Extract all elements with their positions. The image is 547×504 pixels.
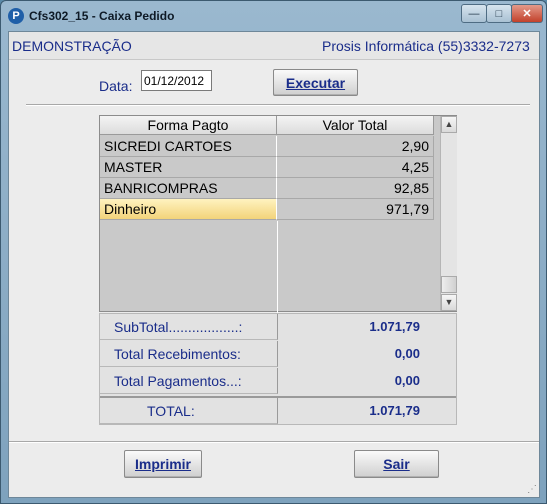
total-row: TOTAL: 1.071,79 xyxy=(100,396,456,424)
cell-forma: Dinheiro xyxy=(100,199,277,220)
grid-header: Forma Pagto Valor Total xyxy=(100,116,434,135)
subtotal-row: SubTotal..................: 1.071,79 xyxy=(100,314,456,340)
cell-forma: SICREDI CARTOES xyxy=(100,136,277,157)
cell-valor: 92,85 xyxy=(277,178,434,199)
recebimentos-row: Total Recebimentos: 0,00 xyxy=(100,341,456,367)
table-row-selected[interactable]: Dinheiro 971,79 xyxy=(100,199,434,220)
pagamentos-label: Total Pagamentos...: xyxy=(100,368,278,394)
recebimentos-label: Total Recebimentos: xyxy=(100,341,278,367)
recebimentos-value: 0,00 xyxy=(394,346,420,361)
header-band: DEMONSTRAÇÃO Prosis Informática (55)3332… xyxy=(9,32,539,60)
bottom-divider xyxy=(9,441,539,443)
grid-rows: SICREDI CARTOES 2,90 MASTER 4,25 BANRICO… xyxy=(100,136,434,220)
cell-valor: 971,79 xyxy=(277,199,434,220)
date-field[interactable] xyxy=(141,70,212,91)
cell-forma: MASTER xyxy=(100,157,277,178)
client-area: DEMONSTRAÇÃO Prosis Informática (55)3332… xyxy=(8,31,540,498)
column-header-forma-pagto[interactable]: Forma Pagto xyxy=(100,116,277,135)
totals-panel: SubTotal..................: 1.071,79 Tot… xyxy=(99,313,457,425)
print-button[interactable]: Imprimir xyxy=(124,450,202,478)
cell-forma: BANRICOMPRAS xyxy=(100,178,277,199)
table-row[interactable]: MASTER 4,25 xyxy=(100,157,434,178)
column-header-valor-total[interactable]: Valor Total xyxy=(277,116,434,135)
resize-grip-icon[interactable]: ⋰ xyxy=(527,484,537,495)
subtotal-value: 1.071,79 xyxy=(369,319,420,334)
maximize-button[interactable]: □ xyxy=(486,4,512,23)
cell-valor: 4,25 xyxy=(277,157,434,178)
payment-grid[interactable]: Forma Pagto Valor Total SICREDI CARTOES … xyxy=(99,115,457,313)
total-label: TOTAL: xyxy=(100,398,278,424)
exit-button[interactable]: Sair xyxy=(354,450,439,478)
total-value: 1.071,79 xyxy=(369,403,420,418)
scroll-up-icon[interactable]: ▲ xyxy=(441,116,457,133)
vertical-scrollbar[interactable]: ▲ ▼ xyxy=(440,116,457,311)
date-label: Data: xyxy=(99,78,133,94)
close-icon: ✕ xyxy=(522,8,532,20)
minimize-button[interactable]: — xyxy=(461,4,487,23)
divider xyxy=(26,104,530,106)
table-row[interactable]: SICREDI CARTOES 2,90 xyxy=(100,136,434,157)
scroll-thumb[interactable] xyxy=(441,276,457,293)
scroll-down-icon[interactable]: ▼ xyxy=(441,294,457,311)
cell-valor: 2,90 xyxy=(277,136,434,157)
minimize-icon: — xyxy=(468,7,480,20)
execute-button[interactable]: Executar xyxy=(273,69,358,96)
pagamentos-row: Total Pagamentos...: 0,00 xyxy=(100,368,456,394)
pagamentos-value: 0,00 xyxy=(394,373,420,388)
window-title: Cfs302_15 - Caixa Pedido xyxy=(29,9,175,23)
module-title: DEMONSTRAÇÃO xyxy=(12,38,132,54)
company-info: Prosis Informática (55)3332-7273 xyxy=(322,38,530,54)
column-separator xyxy=(277,221,278,313)
app-logo-icon: P xyxy=(8,8,24,24)
maximize-icon: □ xyxy=(495,7,503,20)
table-row[interactable]: BANRICOMPRAS 92,85 xyxy=(100,178,434,199)
title-bar[interactable]: P Cfs302_15 - Caixa Pedido — □ ✕ xyxy=(1,1,546,31)
app-window: P Cfs302_15 - Caixa Pedido — □ ✕ DEMONST… xyxy=(0,0,547,504)
close-button[interactable]: ✕ xyxy=(511,4,543,23)
subtotal-label: SubTotal..................: xyxy=(100,314,278,340)
